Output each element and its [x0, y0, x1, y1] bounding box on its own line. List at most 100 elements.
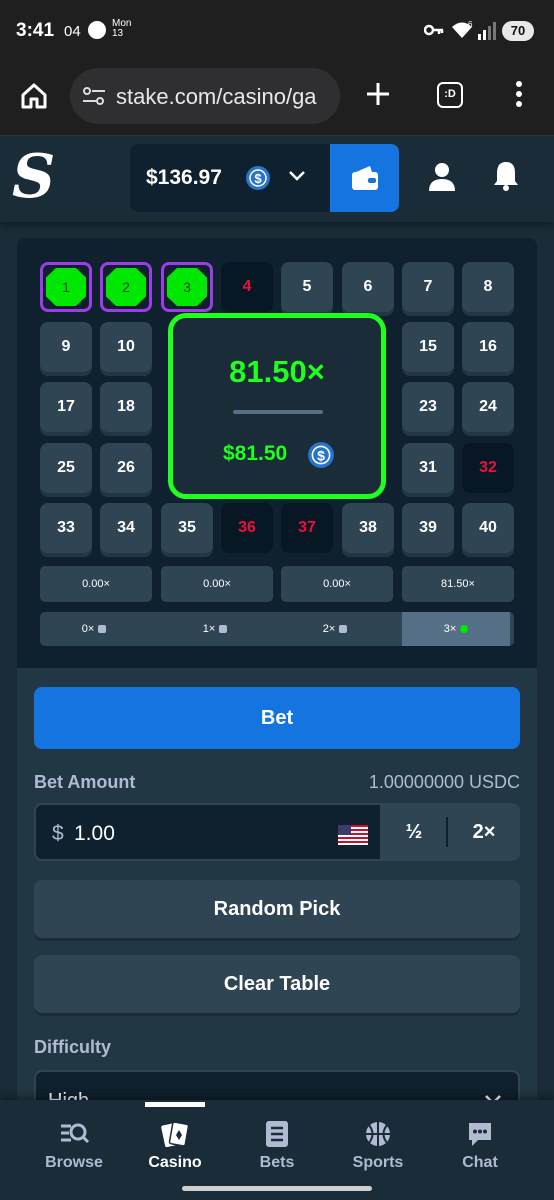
keno-tile[interactable]: 38 — [342, 503, 394, 553]
address-bar[interactable]: stake.com/casino/ga — [70, 68, 340, 124]
bottom-nav: Browse Casino Bets Sports Chat — [0, 1100, 554, 1200]
payout-multiplier: 0.00× — [161, 566, 273, 602]
clear-table-button[interactable]: Clear Table — [34, 955, 520, 1013]
gem-icon: 3 — [167, 268, 207, 306]
keno-tile[interactable]: 36 — [221, 503, 273, 553]
usdc-coin-icon: $ — [246, 166, 270, 190]
currency-symbol: $ — [52, 822, 64, 845]
difficulty-label: Difficulty — [34, 1037, 112, 1057]
hits-label: 2× — [322, 623, 336, 635]
stake-logo[interactable]: S — [12, 142, 55, 212]
url-text: stake.com/casino/ga — [116, 84, 317, 109]
keno-tile[interactable]: 37 — [281, 503, 333, 553]
gem-icon: 2 — [106, 268, 146, 306]
keno-tile[interactable]: 18 — [100, 382, 152, 432]
keno-tile[interactable]: 15 — [402, 322, 454, 372]
home-icon[interactable] — [20, 82, 48, 110]
status-bar: 3:41 04 Mon 13 6 70 — [0, 0, 554, 60]
keno-tile[interactable]: 9 — [40, 322, 92, 372]
keno-tile[interactable]: 23 — [402, 382, 454, 432]
bet-amount-crypto-value: 1.00000000 USDC — [368, 772, 520, 792]
keno-tile[interactable]: 25 — [40, 443, 92, 493]
double-bet-button[interactable]: 2× — [448, 803, 520, 861]
site-header: S $136.97 $ — [0, 136, 554, 222]
keno-tile[interactable]: 8 — [462, 262, 514, 312]
keno-tile[interactable]: 40 — [462, 503, 514, 553]
vpn-key-icon — [424, 24, 444, 36]
payout-multiplier: 0.00× — [281, 566, 393, 602]
nav-browse[interactable]: Browse — [24, 1120, 124, 1180]
win-multiplier: 81.50× — [229, 354, 325, 389]
nav-bets[interactable]: Bets — [227, 1120, 327, 1180]
win-divider — [233, 410, 323, 414]
bet-amount-group: $ 1.00 ½ 2× — [34, 803, 520, 861]
bet-button[interactable]: Bet — [34, 687, 520, 749]
hits-label: 0× — [81, 623, 95, 635]
keno-tile[interactable]: 34 — [100, 503, 152, 553]
balance-amount: $136.97 — [146, 166, 222, 189]
bet-amount-label: Bet Amount — [34, 772, 136, 792]
wallet-button[interactable] — [330, 144, 399, 212]
clock: 3:41 — [16, 20, 55, 41]
keno-tile[interactable]: 5 — [281, 262, 333, 312]
win-amount: $81.50 — [223, 442, 288, 465]
keno-tile[interactable]: 35 — [161, 503, 213, 553]
user-icon[interactable] — [428, 162, 456, 192]
basketball-icon — [366, 1122, 390, 1146]
casino-cards-icon — [161, 1121, 190, 1148]
active-tab-indicator — [145, 1102, 205, 1107]
payout-multiplier: 81.50× — [402, 566, 514, 602]
keno-tile[interactable]: 24 — [462, 382, 514, 432]
usdc-coin-icon: $ — [308, 442, 334, 468]
hits-option[interactable]: 0× — [40, 612, 148, 646]
svg-text:$: $ — [254, 171, 262, 186]
system-gesture-bar[interactable] — [182, 1186, 372, 1191]
tab-switcher-button[interactable]: :D — [437, 82, 463, 108]
chat-icon — [469, 1123, 491, 1146]
nav-casino[interactable]: Casino — [125, 1120, 225, 1180]
more-menu-icon[interactable] — [514, 80, 524, 108]
bet-amount-input[interactable]: $ 1.00 — [36, 805, 380, 859]
gem-dot-icon — [339, 625, 348, 633]
svg-text:6: 6 — [468, 20, 473, 29]
keno-tile[interactable]: 10 — [100, 322, 152, 372]
chevron-down-icon — [289, 171, 305, 181]
keno-tile[interactable]: 6 — [342, 262, 394, 312]
wallet-icon — [352, 166, 378, 190]
keno-tile[interactable]: 4 — [221, 262, 273, 312]
keno-tile[interactable]: 7 — [402, 262, 454, 312]
win-popup: 81.50× $81.50 $ — [168, 313, 386, 499]
keno-tile[interactable]: 32 — [462, 443, 514, 493]
keno-tile[interactable]: 39 — [402, 503, 454, 553]
random-pick-button[interactable]: Random Pick — [34, 880, 520, 938]
hits-option[interactable]: 2× — [281, 612, 389, 646]
notification-bell-icon[interactable] — [492, 160, 520, 192]
site-settings-icon[interactable] — [82, 86, 106, 106]
nav-chat[interactable]: Chat — [430, 1120, 530, 1180]
gem-dot-icon — [98, 625, 107, 633]
hits-selector: 0× 1× 2× 3× — [40, 612, 514, 646]
payout-multiplier: 0.00× — [40, 566, 152, 602]
hits-option[interactable]: 3× — [402, 612, 510, 646]
bets-list-icon — [266, 1121, 288, 1147]
battery-indicator: 70 — [502, 21, 534, 41]
keno-tile[interactable]: 26 — [100, 443, 152, 493]
keno-tile[interactable]: 17 — [40, 382, 92, 432]
hits-option[interactable]: 1× — [161, 612, 269, 646]
keno-tile[interactable]: 33 — [40, 503, 92, 553]
new-tab-icon[interactable] — [364, 80, 392, 108]
keno-tile[interactable]: 2 — [100, 262, 152, 312]
hits-label: 3× — [443, 623, 457, 635]
nav-sports[interactable]: Sports — [328, 1120, 428, 1180]
keno-tile[interactable]: 1 — [40, 262, 92, 312]
us-flag-icon — [338, 825, 368, 845]
balance-selector[interactable]: $136.97 $ — [130, 144, 330, 212]
half-bet-button[interactable]: ½ — [382, 803, 446, 861]
keno-tile[interactable]: 3 — [161, 262, 213, 312]
svg-text:$: $ — [317, 447, 325, 463]
keno-tile[interactable]: 16 — [462, 322, 514, 372]
keno-tile[interactable]: 31 — [402, 443, 454, 493]
bet-amount-header: Bet Amount 1.00000000 USDC — [34, 772, 520, 794]
browser-toolbar: stake.com/casino/ga :D — [0, 60, 554, 136]
app-notification-icon — [88, 21, 106, 39]
